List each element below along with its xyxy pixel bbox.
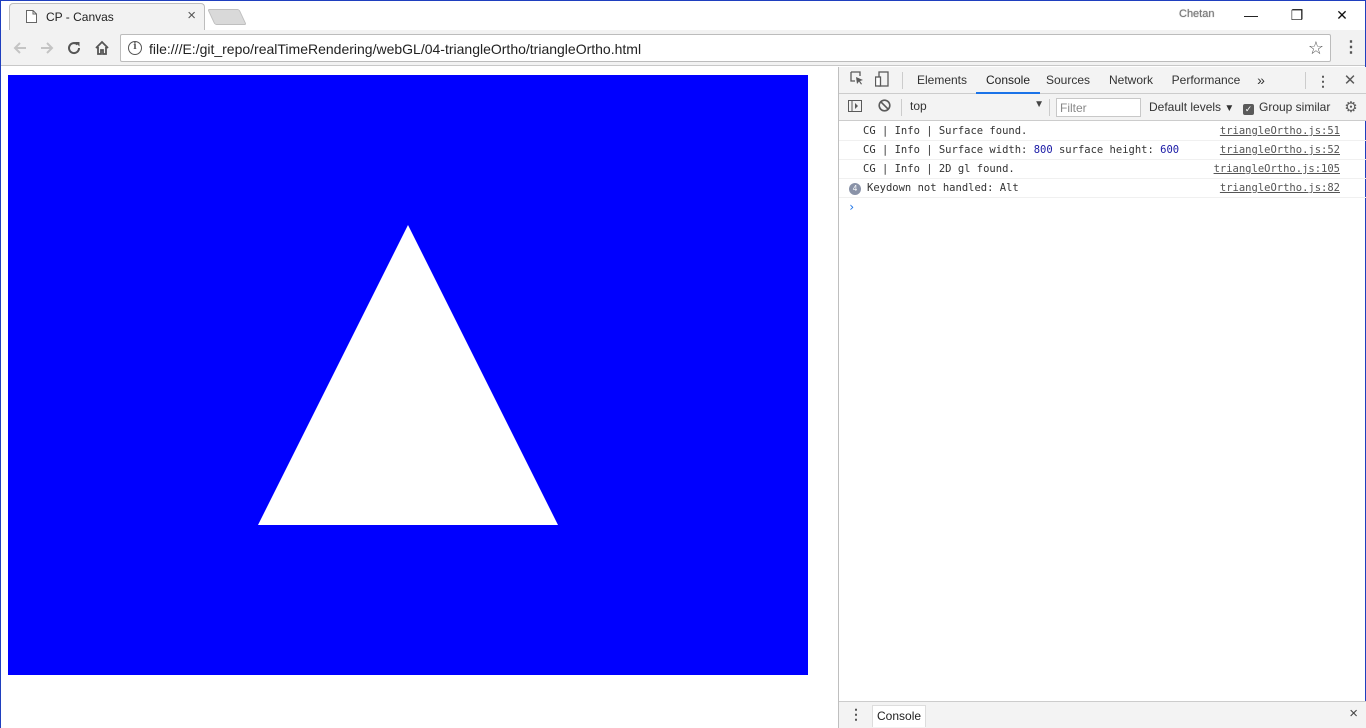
console-message: CG | Info | Surface width: 800 surface h… [839, 141, 1366, 160]
tab-sources[interactable]: Sources [1042, 67, 1094, 94]
console-sidebar-icon[interactable] [845, 98, 865, 118]
page-icon [26, 10, 37, 23]
tab-network[interactable]: Network [1104, 67, 1158, 94]
forward-button[interactable] [34, 35, 60, 61]
repeat-count-badge: 4 [849, 183, 861, 195]
message-text: Keydown not handled: Alt [867, 182, 1019, 194]
checkbox-checked-icon: ✓ [1243, 104, 1254, 115]
minimize-button[interactable]: — [1228, 3, 1274, 27]
console-message: 4 Keydown not handled: Alt triangleOrtho… [839, 179, 1366, 198]
profile-name[interactable]: Chetan [1179, 8, 1214, 20]
separator [902, 72, 903, 89]
message-text-prefix: CG | Info | Surface width: [863, 144, 1034, 156]
source-link[interactable]: triangleOrtho.js:105 [1214, 160, 1340, 179]
filter-input[interactable] [1056, 98, 1141, 117]
home-button[interactable] [89, 35, 115, 61]
browser-tab[interactable]: CP - Canvas × [9, 3, 205, 30]
console-message: CG | Info | Surface found. triangleOrtho… [839, 122, 1366, 141]
context-selector[interactable]: top ▼ [910, 99, 1044, 117]
tab-strip: CP - Canvas × Chetan — ❐ ✕ [1, 1, 1365, 30]
back-arrow-icon [13, 42, 26, 54]
more-tabs-icon[interactable]: » [1253, 67, 1269, 94]
message-text: CG | Info | Surface found. [863, 125, 1028, 137]
browser-window: CP - Canvas × Chetan — ❐ ✕ i file:///E:/… [0, 0, 1366, 728]
devtools-tab-bar: Elements Console Sources Network Perform… [839, 67, 1366, 94]
info-icon[interactable]: i [128, 41, 142, 55]
page-content [1, 67, 838, 728]
webgl-canvas[interactable] [8, 75, 808, 675]
close-window-button[interactable]: ✕ [1319, 3, 1365, 27]
context-value: top [910, 99, 927, 113]
browser-toolbar: i file:///E:/git_repo/realTimeRendering/… [1, 30, 1365, 66]
tab-console[interactable]: Console [976, 67, 1040, 94]
group-similar-label: Group similar [1259, 100, 1331, 114]
tab-title: CP - Canvas [46, 10, 114, 24]
drawer-menu-icon[interactable]: ⋮ [849, 706, 863, 723]
console-message: CG | Info | 2D gl found. triangleOrtho.j… [839, 160, 1366, 179]
block-icon [877, 99, 891, 112]
width-value: 800 [1033, 144, 1053, 156]
source-link[interactable]: triangleOrtho.js:52 [1220, 141, 1340, 160]
inspect-cursor-icon [850, 71, 863, 85]
prompt-chevron-icon: › [848, 200, 856, 214]
address-bar[interactable]: i file:///E:/git_repo/realTimeRendering/… [120, 34, 1331, 62]
device-icon [874, 71, 889, 87]
console-settings-icon[interactable]: ⚙ [1341, 98, 1361, 118]
inspect-element-icon[interactable] [847, 71, 867, 91]
reload-button[interactable] [61, 35, 87, 61]
log-levels-label: Default levels [1149, 100, 1222, 114]
devtools-panel: Elements Console Sources Network Perform… [838, 67, 1366, 728]
devtools-close-icon[interactable]: ✕ [1340, 71, 1360, 91]
clear-console-icon[interactable] [874, 98, 894, 118]
source-link[interactable]: triangleOrtho.js:82 [1220, 179, 1340, 198]
tab-close-icon[interactable]: × [187, 7, 196, 24]
sidebar-toggle-icon [848, 100, 862, 112]
home-icon [95, 40, 109, 55]
message-text-mid: surface height: [1052, 144, 1161, 156]
back-button[interactable] [7, 35, 33, 61]
separator [901, 99, 902, 116]
console-messages: CG | Info | Surface found. triangleOrtho… [839, 122, 1366, 216]
console-prompt[interactable]: › [839, 198, 1366, 216]
devtools-drawer: ⋮ Console × [839, 701, 1366, 728]
url-text[interactable]: file:///E:/git_repo/realTimeRendering/we… [149, 41, 641, 57]
tab-elements[interactable]: Elements [911, 67, 973, 94]
height-value: 600 [1160, 144, 1180, 156]
reload-icon [68, 42, 81, 55]
separator [1049, 99, 1050, 116]
group-similar-checkbox[interactable]: ✓ Group similar [1243, 100, 1330, 115]
drawer-close-icon[interactable]: × [1349, 705, 1358, 722]
message-text: CG | Info | Surface width: 800 surface h… [863, 141, 1179, 160]
dropdown-arrow-icon: ▼ [1224, 103, 1235, 114]
log-levels-dropdown[interactable]: Default levels ▼ [1149, 100, 1234, 114]
message-text: CG | Info | 2D gl found. [863, 163, 1015, 175]
restore-button[interactable]: ❐ [1274, 3, 1320, 27]
console-toolbar: top ▼ Default levels ▼ ✓ Group similar ⚙ [839, 94, 1366, 121]
separator [1305, 72, 1306, 89]
triangle [258, 225, 558, 525]
source-link[interactable]: triangleOrtho.js:51 [1220, 122, 1340, 141]
star-icon[interactable]: ☆ [1308, 38, 1324, 59]
new-tab-button[interactable] [207, 9, 247, 25]
drawer-tab-console[interactable]: Console [872, 705, 927, 727]
kebab-menu-icon[interactable]: ⋮ [1341, 35, 1361, 61]
devtools-menu-icon[interactable]: ⋮ [1313, 71, 1333, 91]
canvas-drawing [258, 225, 558, 525]
dropdown-arrow-icon: ▼ [1034, 99, 1044, 110]
forward-arrow-icon [41, 42, 54, 54]
device-toolbar-icon[interactable] [872, 71, 892, 91]
tab-performance[interactable]: Performance [1169, 67, 1243, 94]
